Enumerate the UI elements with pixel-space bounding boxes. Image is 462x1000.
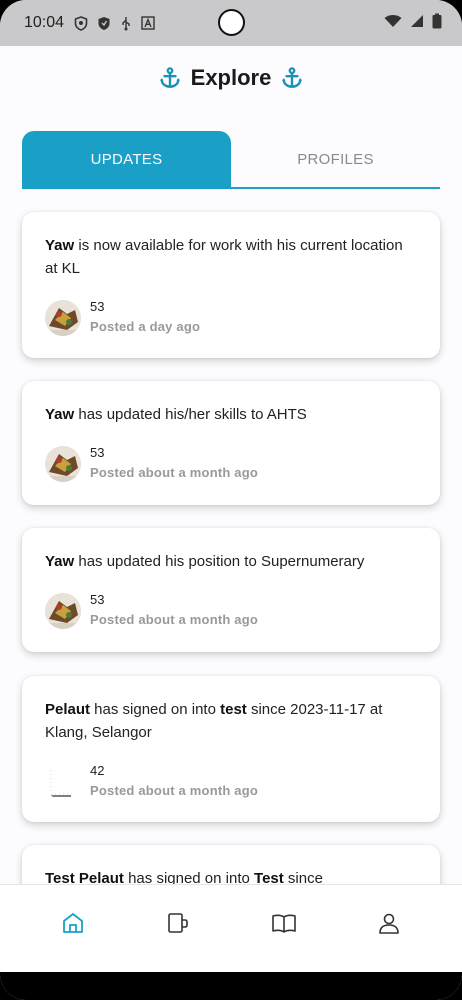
update-count: 53 (90, 445, 105, 460)
posted-time: Posted a day ago (90, 319, 201, 334)
feed-card[interactable]: Yaw has updated his position to Supernum… (22, 528, 440, 652)
cup-icon (166, 911, 190, 940)
avatar[interactable] (45, 764, 81, 800)
battery-icon (432, 13, 442, 34)
status-right-icons (384, 13, 442, 34)
update-message: Yaw is now available for work with his c… (45, 237, 403, 277)
tab-profiles[interactable]: PROFILES (231, 131, 440, 187)
avatar[interactable] (45, 300, 81, 336)
user-name[interactable]: Pelaut (45, 701, 90, 718)
posted-time: Posted about a month ago (90, 612, 259, 627)
nav-home[interactable] (43, 896, 103, 956)
vessel-name[interactable]: test (220, 701, 247, 718)
update-meta: 53 Posted about a month ago (45, 591, 418, 631)
nav-jobs[interactable] (148, 896, 208, 956)
status-bar: 10:04 (0, 0, 462, 46)
avatar[interactable] (45, 593, 81, 629)
posted-time: Posted about a month ago (90, 465, 259, 480)
update-meta: 53 Posted a day ago (45, 298, 418, 338)
update-message: Pelaut has signed on into test since 202… (45, 701, 383, 741)
update-count: 42 (90, 763, 105, 778)
status-left-icons (74, 15, 155, 31)
system-navigation-bar (0, 972, 462, 1000)
app-screen: 10:04 Explore UPDATES PROFILES Yaw is no… (0, 0, 462, 1000)
page-header: Explore (0, 60, 462, 96)
shield-icon (74, 15, 88, 31)
book-icon (271, 911, 297, 940)
feed-card[interactable]: Yaw has updated his/her skills to AHTS 5… (22, 381, 440, 505)
feed-card[interactable]: Yaw is now available for work with his c… (22, 212, 440, 358)
tab-updates[interactable]: UPDATES (22, 131, 231, 187)
usb-icon (120, 16, 132, 31)
home-icon (61, 911, 85, 940)
signal-icon (410, 14, 424, 33)
user-name[interactable]: Yaw (45, 406, 74, 423)
user-name[interactable]: Yaw (45, 553, 74, 570)
update-count: 53 (90, 592, 105, 607)
person-icon (377, 911, 401, 940)
page-title: Explore (190, 65, 272, 90)
wifi-icon (384, 14, 402, 33)
feed-card[interactable]: Pelaut has signed on into test since 202… (22, 676, 440, 822)
avatar[interactable] (45, 446, 81, 482)
anchor-icon (159, 67, 181, 89)
update-meta: 53 Posted about a month ago (45, 444, 418, 484)
update-message: Yaw has updated his/her skills to AHTS (45, 406, 307, 423)
camera-cutout (218, 9, 245, 36)
update-meta: 42 Posted about a month ago (45, 762, 418, 802)
update-message: Yaw has updated his position to Supernum… (45, 553, 365, 570)
privacy-icon (97, 16, 111, 31)
font-icon (141, 16, 155, 30)
anchor-icon (281, 67, 303, 89)
bottom-navigation (0, 884, 462, 972)
tab-bar: UPDATES PROFILES (22, 131, 440, 189)
nav-profile[interactable] (359, 896, 419, 956)
user-name[interactable]: Yaw (45, 237, 74, 254)
update-count: 53 (90, 299, 105, 314)
status-time: 10:04 (24, 14, 65, 31)
nav-learn[interactable] (254, 896, 314, 956)
posted-time: Posted about a month ago (90, 783, 259, 798)
